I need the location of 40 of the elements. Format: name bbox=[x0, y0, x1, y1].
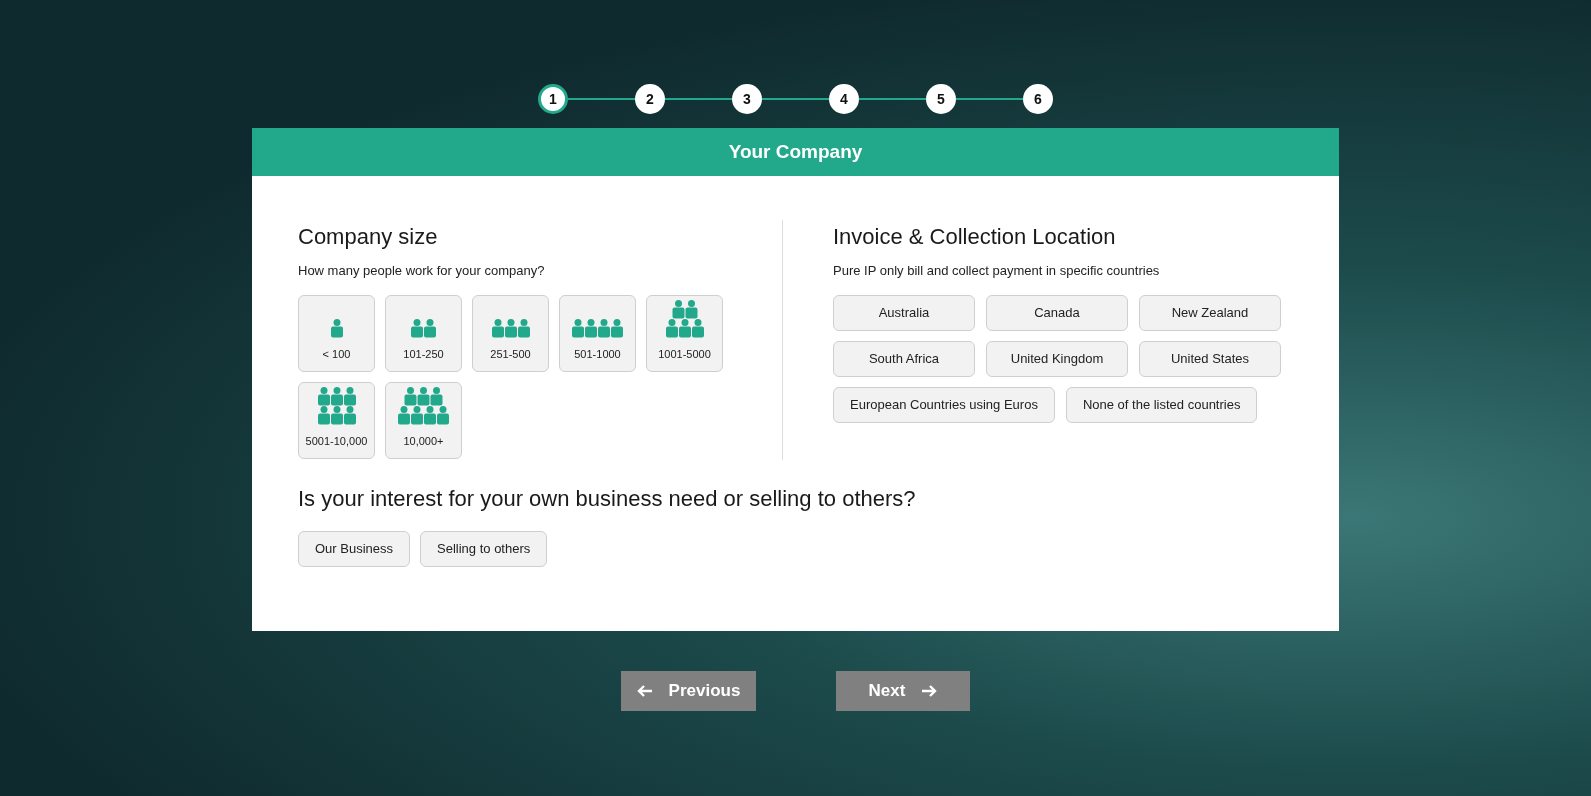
right-arrow-icon bbox=[921, 684, 938, 698]
company-size-option[interactable]: < 100 bbox=[298, 294, 375, 372]
step-indicator[interactable]: 5 bbox=[926, 84, 956, 114]
card-title: Your Company bbox=[728, 139, 863, 164]
country-option[interactable]: New Zealand bbox=[1139, 294, 1281, 331]
company-size-option[interactable]: 101-250 bbox=[385, 294, 462, 372]
interest-option[interactable]: Our Business bbox=[298, 531, 411, 567]
people-icon bbox=[572, 319, 623, 338]
step-indicator[interactable]: 6 bbox=[1023, 84, 1053, 114]
people-icon bbox=[317, 387, 356, 425]
country-option[interactable]: United Kingdom bbox=[986, 340, 1128, 377]
people-icon bbox=[411, 319, 436, 338]
country-option[interactable]: European Countries using Euros bbox=[833, 386, 1055, 423]
step-indicator[interactable]: 2 bbox=[635, 84, 665, 114]
company-size-option[interactable]: 5001-10,000 bbox=[298, 381, 375, 459]
people-icon bbox=[398, 387, 449, 425]
country-option[interactable]: United States bbox=[1139, 340, 1281, 377]
people-icon bbox=[330, 319, 343, 338]
section-subheading: How many people work for your company? bbox=[298, 262, 546, 280]
country-option[interactable]: Australia bbox=[833, 294, 975, 331]
country-option[interactable]: Canada bbox=[986, 294, 1128, 331]
next-button[interactable]: Next bbox=[836, 671, 970, 711]
company-size-option[interactable]: 1001-5000 bbox=[646, 294, 723, 372]
section-subheading: Pure IP only bill and collect payment in specific countries bbox=[833, 262, 1161, 280]
left-arrow-icon bbox=[636, 684, 653, 698]
step-indicator[interactable]: 3 bbox=[732, 84, 762, 114]
country-option[interactable]: None of the listed countries bbox=[1065, 386, 1258, 423]
section-heading: Company size bbox=[298, 223, 439, 251]
people-icon bbox=[665, 300, 704, 338]
company-size-option[interactable]: 501-1000 bbox=[559, 294, 636, 372]
step-indicator[interactable]: 4 bbox=[829, 84, 859, 114]
company-size-option[interactable]: 10,000+ bbox=[385, 381, 462, 459]
company-size-option[interactable]: 251-500 bbox=[472, 294, 549, 372]
section-heading: Is your interest for your own business need or selling to others? bbox=[298, 485, 917, 513]
section-heading: Invoice & Collection Location bbox=[833, 223, 1117, 251]
previous-button[interactable]: Previous bbox=[621, 671, 756, 711]
step-indicator[interactable]: 1 bbox=[538, 84, 568, 114]
interest-option[interactable]: Selling to others bbox=[420, 531, 548, 567]
country-option[interactable]: South Africa bbox=[833, 340, 975, 377]
people-icon bbox=[491, 319, 530, 338]
